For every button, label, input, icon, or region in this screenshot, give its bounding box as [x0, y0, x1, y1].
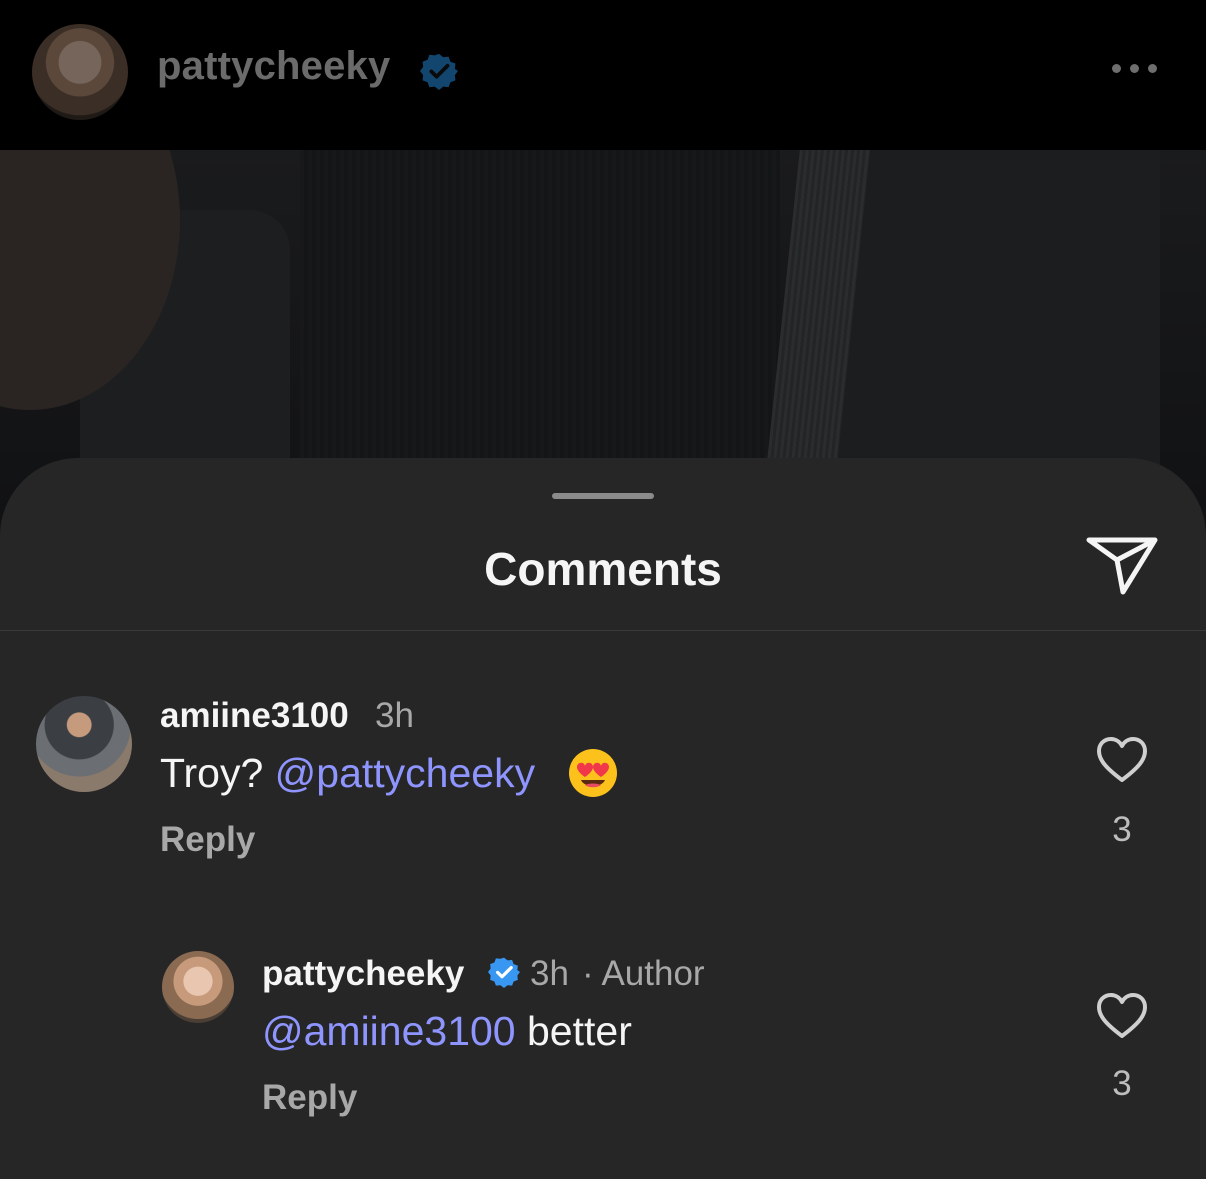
sheet-divider: [0, 630, 1206, 631]
comment-time: 3h: [530, 954, 569, 993]
reply-button[interactable]: Reply: [160, 820, 255, 860]
commenter-username[interactable]: pattycheeky: [262, 954, 464, 994]
commenter-avatar[interactable]: [162, 951, 234, 1023]
post-header: pattycheeky: [0, 0, 1206, 150]
more-horizontal-icon[interactable]: [1112, 58, 1168, 78]
like-count: 3: [1112, 810, 1132, 849]
reply-button[interactable]: Reply: [262, 1078, 357, 1118]
verified-badge-icon: [420, 53, 458, 90]
comment-text: @amiine3100 better: [262, 1008, 632, 1055]
verified-badge-icon: [488, 957, 520, 988]
comment-text: Troy? @pattycheeky: [160, 750, 535, 797]
comment-mention[interactable]: @pattycheeky: [275, 750, 535, 796]
comment-text-suffix: better: [515, 1008, 632, 1054]
author-avatar[interactable]: [32, 24, 128, 120]
author-username[interactable]: pattycheeky: [157, 44, 390, 89]
sheet-title: Comments: [484, 543, 722, 595]
like-count: 3: [1112, 1064, 1132, 1103]
author-tag: · Author: [582, 954, 705, 993]
commenter-avatar[interactable]: [36, 696, 132, 792]
comments-sheet: Comments amiine3100 3h Troy? @pattycheek…: [0, 458, 1206, 1179]
like-heart-icon[interactable]: [1096, 736, 1148, 784]
comment-mention[interactable]: @amiine3100: [262, 1008, 516, 1054]
heart-eyes-emoji-icon: [569, 749, 617, 797]
paper-plane-icon[interactable]: [1085, 534, 1159, 596]
like-heart-icon[interactable]: [1096, 992, 1148, 1040]
comment-time: 3h: [375, 696, 414, 735]
post-comments-screen: pattycheeky Comments amiine3100 3h Troy?…: [0, 0, 1206, 1179]
commenter-username[interactable]: amiine3100: [160, 696, 349, 736]
comment-text-prefix: Troy?: [160, 750, 275, 796]
sheet-drag-handle[interactable]: [552, 493, 654, 499]
